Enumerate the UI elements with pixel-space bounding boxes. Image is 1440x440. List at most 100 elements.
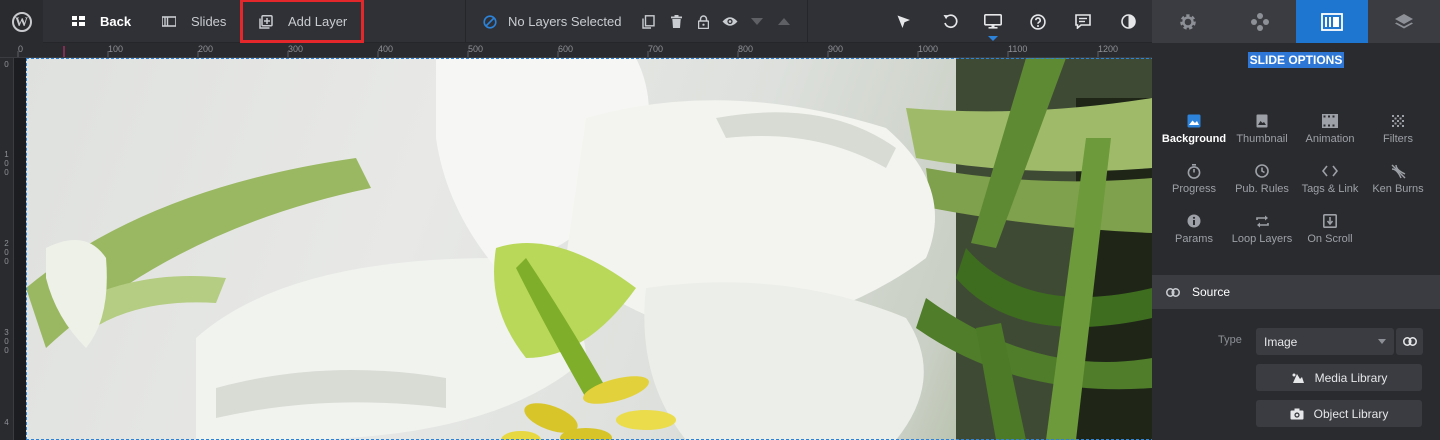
media-library-button[interactable]: Media Library: [1256, 364, 1422, 391]
ruler-label: 600: [558, 44, 574, 54]
desktop-monitor-icon: [984, 14, 1002, 29]
tab-slide-options[interactable]: [1296, 0, 1368, 43]
toggle-visibility-button[interactable]: [718, 0, 742, 43]
ken-burns-icon: [1391, 164, 1405, 178]
option-label: Params: [1175, 233, 1213, 245]
back-button[interactable]: Back: [70, 0, 131, 43]
undo-icon: [943, 14, 958, 29]
option-pub-rules[interactable]: Pub. Rules: [1228, 161, 1296, 205]
comments-button[interactable]: [1071, 0, 1095, 43]
option-thumbnail[interactable]: Thumbnail: [1228, 111, 1296, 155]
source-type-select[interactable]: Image: [1256, 328, 1394, 355]
option-label: On Scroll: [1307, 233, 1353, 245]
panel-title: SLIDE OPTIONS: [1247, 52, 1345, 68]
link-source-button[interactable]: [1396, 328, 1423, 355]
slides-icon: [161, 14, 177, 30]
vertical-ruler: 0 100 200 300 4: [0, 58, 14, 440]
ruler-label: 4: [4, 418, 9, 427]
no-selection-icon: [482, 14, 498, 30]
add-layer-button[interactable]: Add Layer: [258, 0, 347, 43]
option-ken-burns[interactable]: Ken Burns: [1364, 161, 1432, 205]
gamepad-cross-icon: [1251, 12, 1269, 31]
ruler-label: 0: [4, 168, 9, 177]
link-icon: [1166, 287, 1180, 297]
source-section-header[interactable]: Source: [1152, 275, 1440, 309]
contrast-icon: [1120, 14, 1136, 29]
ruler-label: 800: [738, 44, 754, 54]
help-question-icon: [1030, 13, 1046, 30]
option-label: Thumbnail: [1236, 133, 1288, 145]
option-label: Pub. Rules: [1235, 183, 1289, 195]
film-icon: [1322, 114, 1338, 128]
option-progress[interactable]: Progress: [1160, 161, 1228, 205]
tab-layers[interactable]: [1368, 0, 1440, 43]
option-loop-layers[interactable]: Loop Layers: [1228, 211, 1296, 255]
media-library-label: Media Library: [1314, 370, 1388, 385]
option-animation[interactable]: Animation: [1296, 111, 1364, 155]
move-layer-down-button[interactable]: [745, 0, 769, 43]
option-on-scroll[interactable]: On Scroll: [1296, 211, 1364, 255]
grid-icon: [70, 14, 86, 30]
lock-layer-button[interactable]: [691, 0, 715, 43]
scroll-icon: [1323, 214, 1337, 228]
option-label: Animation: [1305, 133, 1355, 145]
ruler-label: 100: [108, 44, 124, 54]
top-toolbar: W Back Slides Add Layer No Layers Select…: [0, 0, 1440, 43]
object-library-label: Object Library: [1313, 406, 1389, 421]
help-button[interactable]: [1026, 0, 1050, 43]
option-label: Background: [1161, 133, 1227, 145]
option-params[interactable]: Params: [1160, 211, 1228, 255]
ruler-label: 0: [4, 159, 9, 168]
ruler-label: 0: [18, 44, 24, 54]
type-label: Type: [1218, 334, 1242, 346]
slides-button[interactable]: Slides: [161, 0, 226, 43]
source-section-label: Source: [1192, 285, 1231, 299]
code-icon: [1322, 165, 1338, 177]
select-tool-button[interactable]: [892, 0, 916, 43]
option-tags-link[interactable]: Tags & Link: [1296, 161, 1364, 205]
ruler-label: 0: [4, 257, 9, 266]
ruler-label: 1: [4, 150, 9, 159]
source-type-value: Image: [1264, 334, 1298, 349]
ruler-label: 300: [288, 44, 304, 54]
ruler-label: 0: [4, 60, 9, 69]
theme-contrast-button[interactable]: [1116, 0, 1140, 43]
ruler-label: 200: [198, 44, 214, 54]
ruler-label: 0: [4, 248, 9, 257]
slide-canvas[interactable]: [14, 58, 1152, 440]
undo-button[interactable]: [938, 0, 962, 43]
media-library-icon: [1291, 372, 1305, 384]
info-icon: [1187, 214, 1201, 228]
option-background[interactable]: Background: [1160, 111, 1228, 155]
add-layer-label: Add Layer: [288, 14, 348, 29]
object-library-button[interactable]: Object Library: [1256, 400, 1422, 427]
image-icon: [1187, 114, 1201, 128]
speech-bubble-icon: [1075, 14, 1091, 29]
device-dropdown-caret-icon: [988, 36, 998, 41]
ruler-label: 3: [4, 328, 9, 337]
move-layer-up-button[interactable]: [772, 0, 796, 43]
option-label: Progress: [1171, 183, 1217, 195]
slide-options-panel: SLIDE OPTIONS Background Thumbnail Anima…: [1152, 43, 1440, 440]
tab-settings[interactable]: [1152, 0, 1224, 43]
ruler-label: 2: [4, 239, 9, 248]
layers-status-label: No Layers Selected: [508, 14, 622, 29]
duplicate-layer-button[interactable]: [636, 0, 660, 43]
caret-up-icon: [778, 18, 790, 25]
tab-navigation[interactable]: [1224, 0, 1296, 43]
ruler-label: 0: [4, 346, 9, 355]
toolbar-divider: [465, 0, 466, 43]
slide-background-image[interactable]: [26, 58, 1152, 440]
ruler-label: 1000: [918, 44, 939, 54]
delete-layer-button[interactable]: [664, 0, 688, 43]
add-layer-icon: [258, 14, 274, 30]
horizontal-ruler: 0 100 200 300 400 500 600 700 800 900 10…: [0, 43, 1152, 58]
option-filters[interactable]: Filters: [1364, 111, 1432, 155]
link-icon: [1402, 337, 1417, 346]
ruler-label: 400: [378, 44, 394, 54]
gear-icon: [1180, 13, 1196, 30]
wordpress-logo-icon[interactable]: W: [0, 0, 43, 43]
stopwatch-icon: [1187, 163, 1201, 179]
option-label: Loop Layers: [1231, 233, 1293, 245]
filters-icon: [1392, 115, 1404, 127]
